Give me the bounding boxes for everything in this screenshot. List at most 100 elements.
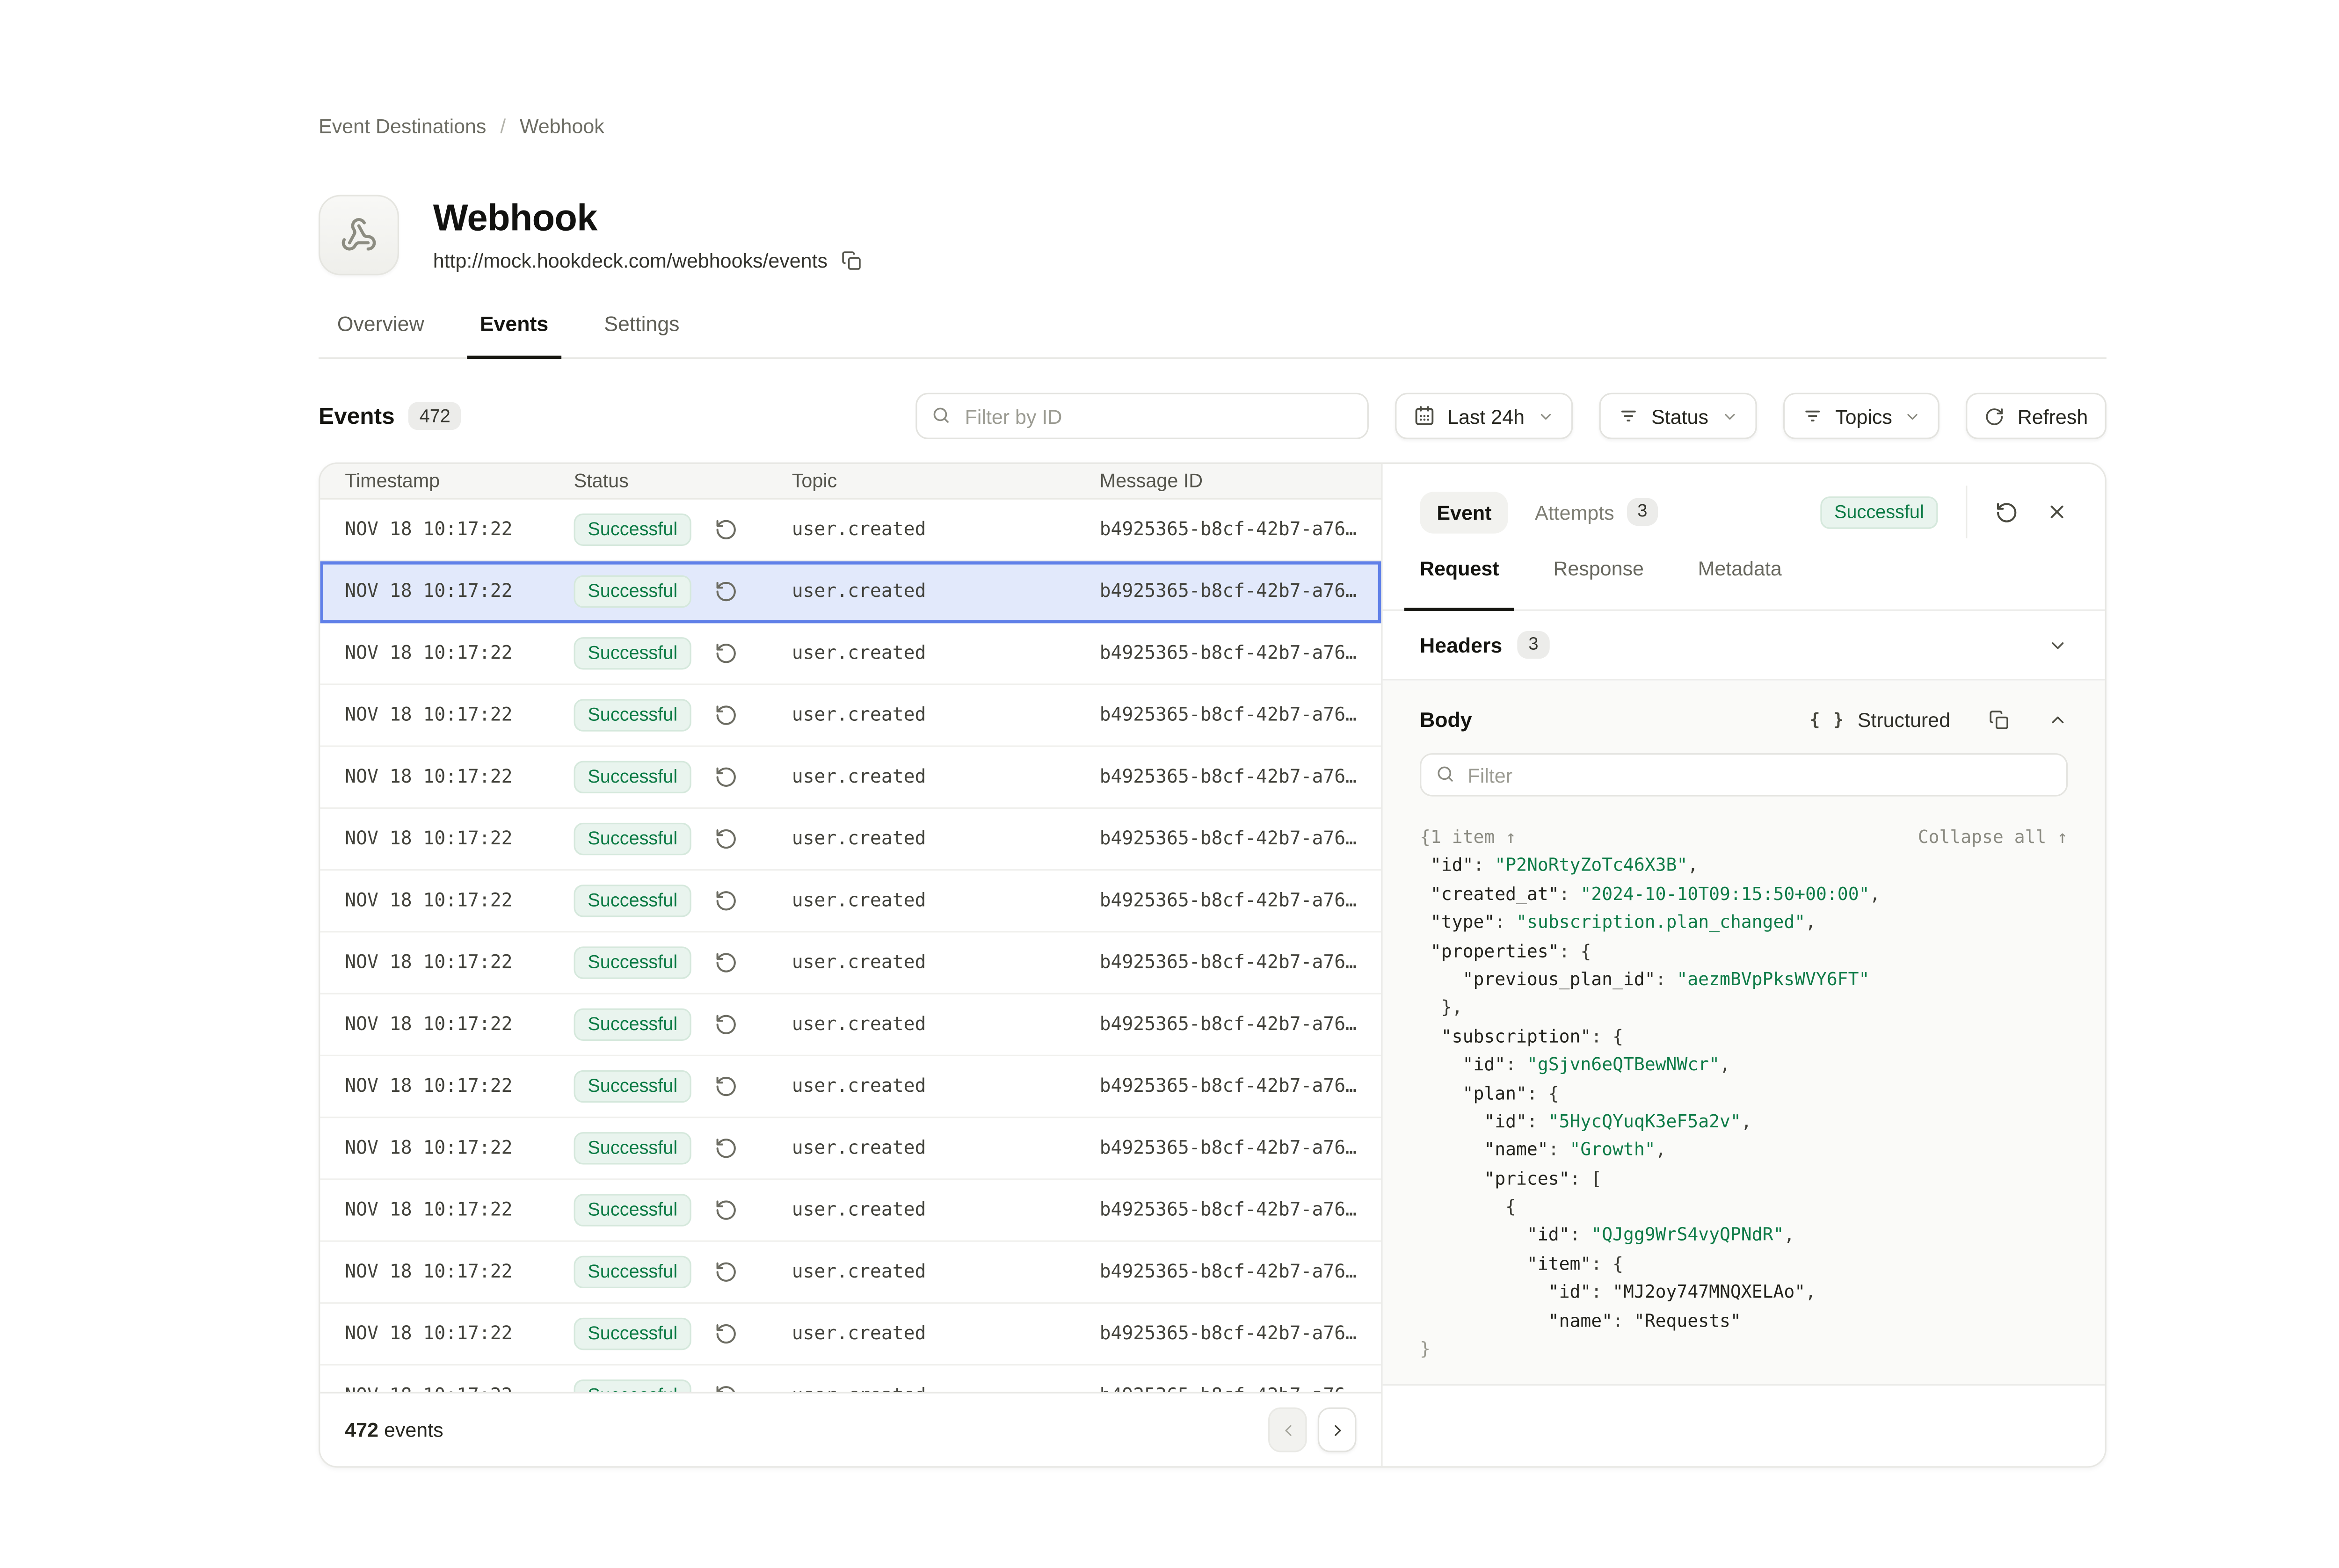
- retry-icon[interactable]: [715, 518, 738, 541]
- retry-icon[interactable]: [715, 1198, 738, 1222]
- row-topic: user.created: [792, 581, 1100, 602]
- table-row[interactable]: NOV 18 10:17:22Successfuluser.createdb49…: [320, 747, 1381, 809]
- headers-label: Headers: [1420, 633, 1502, 657]
- retry-icon[interactable]: [715, 704, 738, 727]
- row-timestamp: NOV 18 10:17:22: [345, 519, 574, 540]
- view-tab-attempts[interactable]: Attempts 3: [1535, 498, 1658, 526]
- retry-icon[interactable]: [715, 1384, 738, 1392]
- json-root-summary[interactable]: {1 item ↑: [1420, 823, 1516, 851]
- retry-icon[interactable]: [715, 828, 738, 851]
- collapse-body-icon[interactable]: [2048, 709, 2068, 729]
- json-line: "name": "Growth",: [1420, 1136, 2068, 1164]
- table-row[interactable]: NOV 18 10:17:22Successfuluser.createdb49…: [320, 561, 1381, 623]
- json-line: "prices": [: [1420, 1164, 2068, 1192]
- body-filter: [1420, 753, 2068, 797]
- row-status: Successful: [574, 885, 792, 917]
- up-arrow-icon: ↑: [1505, 826, 1516, 847]
- attempts-count-badge: 3: [1627, 498, 1658, 526]
- next-page-button[interactable]: [1318, 1408, 1357, 1452]
- collapse-all-button[interactable]: Collapse all ↑: [1918, 823, 2068, 851]
- retry-icon[interactable]: [715, 765, 738, 789]
- tab-events[interactable]: Events: [467, 312, 560, 359]
- filter-by-id-search: [915, 393, 1369, 439]
- tab-metadata[interactable]: Metadata: [1683, 554, 1797, 611]
- calendar-icon: [1413, 405, 1435, 427]
- row-message-id: b4925365-b8cf-42b7-a76…: [1100, 952, 1381, 973]
- row-status: Successful: [574, 575, 792, 608]
- close-icon[interactable]: [2046, 501, 2068, 523]
- retry-icon[interactable]: [715, 1013, 738, 1036]
- table-row[interactable]: NOV 18 10:17:22Successfuluser.createdb49…: [320, 1365, 1381, 1392]
- row-status: Successful: [574, 1008, 792, 1040]
- retry-icon[interactable]: [715, 642, 738, 665]
- table-row[interactable]: NOV 18 10:17:22Successfuluser.createdb49…: [320, 1304, 1381, 1365]
- page-header: Webhook http://mock.hookdeck.com/webhook…: [319, 195, 2107, 276]
- chevron-right-icon: [1328, 1421, 1346, 1439]
- table-footer: 472 events: [320, 1392, 1381, 1466]
- table-row[interactable]: NOV 18 10:17:22Successfuluser.createdb49…: [320, 1180, 1381, 1241]
- destination-url: http://mock.hookdeck.com/webhooks/events: [433, 249, 828, 272]
- headers-count-badge: 3: [1518, 631, 1549, 659]
- status-badge: Successful: [574, 823, 691, 855]
- chevron-down-icon[interactable]: [2048, 635, 2068, 655]
- table-body: NOV 18 10:17:22Successfuluser.createdb49…: [320, 500, 1381, 1392]
- events-count-badge: 472: [408, 402, 461, 430]
- chevron-down-icon: [1537, 407, 1554, 424]
- status-badge: Successful: [574, 1008, 691, 1040]
- json-line: "properties": {: [1420, 936, 2068, 965]
- breadcrumb-item-event-destinations[interactable]: Event Destinations: [319, 115, 486, 138]
- footer-count: 472: [345, 1418, 378, 1442]
- table-row[interactable]: NOV 18 10:17:22Successfuluser.createdb49…: [320, 623, 1381, 685]
- retry-icon[interactable]: [715, 1322, 738, 1346]
- row-message-id: b4925365-b8cf-42b7-a76…: [1100, 1199, 1381, 1221]
- row-status: Successful: [574, 946, 792, 979]
- json-line: "item": {: [1420, 1249, 2068, 1278]
- body-filter-input[interactable]: [1420, 753, 2068, 797]
- prev-page-button[interactable]: [1268, 1408, 1307, 1452]
- tab-overview[interactable]: Overview: [325, 312, 436, 359]
- retry-icon[interactable]: [715, 1075, 738, 1098]
- divider: [1966, 486, 1967, 538]
- table-row[interactable]: NOV 18 10:17:22Successfuluser.createdb49…: [320, 1118, 1381, 1180]
- copy-url-icon[interactable]: [842, 251, 862, 271]
- row-status: Successful: [574, 513, 792, 545]
- table-row[interactable]: NOV 18 10:17:22Successfuluser.createdb49…: [320, 685, 1381, 747]
- filter-icon: [1617, 405, 1639, 427]
- table-row[interactable]: NOV 18 10:17:22Successfuluser.createdb49…: [320, 932, 1381, 994]
- refresh-button[interactable]: Refresh: [1967, 393, 2107, 439]
- status-badge: Successful: [574, 1379, 691, 1392]
- table-row[interactable]: NOV 18 10:17:22Successfuluser.createdb49…: [320, 995, 1381, 1056]
- retry-event-icon[interactable]: [1995, 501, 2019, 524]
- topics-filter-button[interactable]: Topics: [1783, 393, 1940, 439]
- retry-icon[interactable]: [715, 1137, 738, 1160]
- page-title: Webhook: [433, 198, 862, 241]
- copy-body-icon[interactable]: [1989, 709, 2009, 729]
- time-filter-button[interactable]: Last 24h: [1395, 393, 1573, 439]
- row-timestamp: NOV 18 10:17:22: [345, 704, 574, 726]
- view-tab-event[interactable]: Event: [1420, 491, 1509, 533]
- table-row[interactable]: NOV 18 10:17:22Successfuluser.createdb49…: [320, 1056, 1381, 1118]
- retry-icon[interactable]: [715, 951, 738, 974]
- table-row[interactable]: NOV 18 10:17:22Successfuluser.createdb49…: [320, 809, 1381, 871]
- structured-mode-toggle[interactable]: { } Structured: [1810, 708, 1950, 731]
- tab-response[interactable]: Response: [1538, 554, 1659, 611]
- row-status: Successful: [574, 699, 792, 731]
- detail-header: Event Attempts 3 Successful: [1383, 464, 2105, 554]
- headers-accordion[interactable]: Headers 3: [1383, 611, 2105, 681]
- filter-by-id-input[interactable]: [915, 393, 1369, 439]
- row-message-id: b4925365-b8cf-42b7-a76…: [1100, 1323, 1381, 1344]
- tab-request[interactable]: Request: [1404, 554, 1515, 611]
- retry-icon[interactable]: [715, 889, 738, 913]
- status-badge: Successful: [574, 885, 691, 917]
- row-status: Successful: [574, 1070, 792, 1103]
- table-row[interactable]: NOV 18 10:17:22Successfuluser.createdb49…: [320, 500, 1381, 561]
- retry-icon[interactable]: [715, 580, 738, 603]
- table-row[interactable]: NOV 18 10:17:22Successfuluser.createdb49…: [320, 1242, 1381, 1304]
- row-message-id: b4925365-b8cf-42b7-a76…: [1100, 828, 1381, 849]
- status-filter-button[interactable]: Status: [1599, 393, 1757, 439]
- tab-settings[interactable]: Settings: [592, 312, 692, 359]
- retry-icon[interactable]: [715, 1260, 738, 1284]
- row-status: Successful: [574, 1132, 792, 1164]
- row-topic: user.created: [792, 890, 1100, 911]
- table-row[interactable]: NOV 18 10:17:22Successfuluser.createdb49…: [320, 871, 1381, 932]
